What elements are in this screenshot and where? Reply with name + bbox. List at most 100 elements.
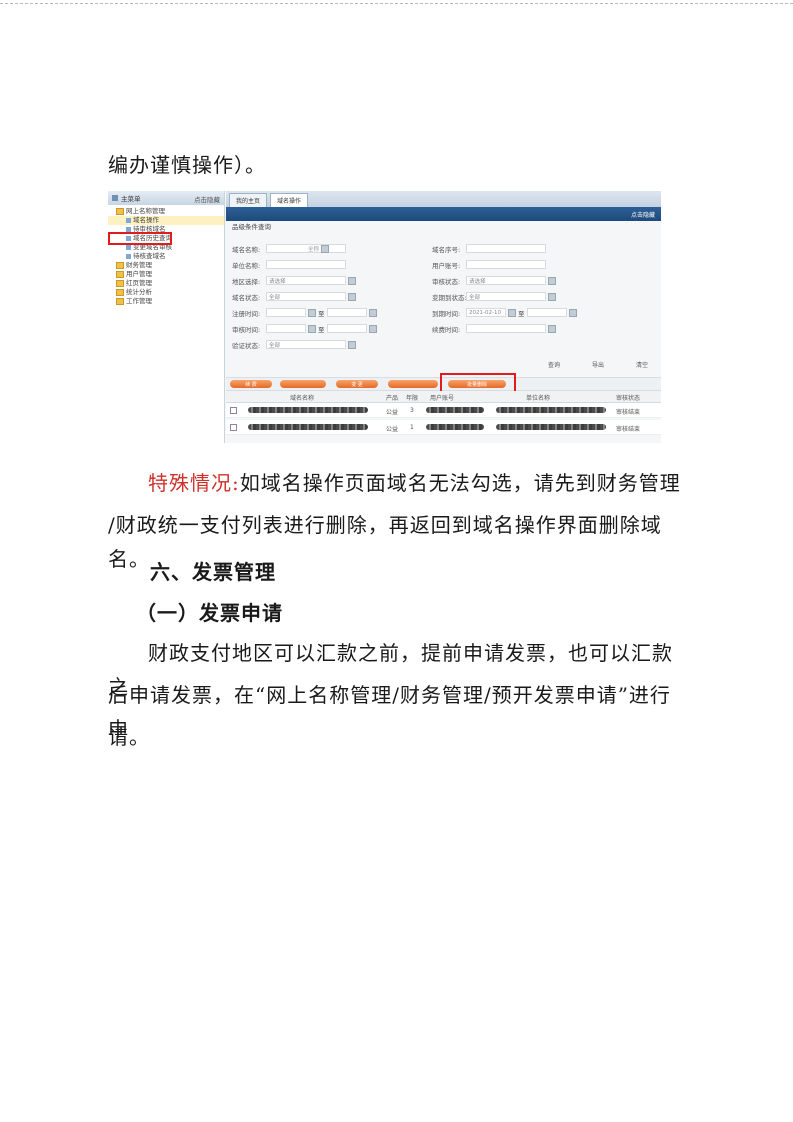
field-label: 审核状态: [432,277,461,286]
input-renew-time[interactable] [466,324,546,333]
sidebar-item-label: 统计分析 [126,288,152,296]
input-verify-status[interactable]: 全部 [266,340,346,349]
input-domain-name[interactable] [266,244,346,253]
table-row[interactable]: 公益 3 审核结束 [226,403,661,418]
tab-1[interactable]: 域名操作 [270,193,309,207]
query-bar: 查询 导出 清空 [226,353,661,375]
input-user-account[interactable] [466,260,546,269]
clear-button[interactable]: 清空 [636,360,648,369]
action-button-2[interactable] [280,380,326,388]
input-reg-time[interactable] [266,308,306,317]
range-separator: 至 [318,309,325,318]
redacted-account [426,407,484,413]
picker-icon[interactable] [548,276,556,285]
input-due-time[interactable]: 2021-02-10 [466,308,506,317]
picker-icon[interactable] [348,292,356,301]
picker-icon[interactable] [308,324,316,333]
redacted-domain [248,424,368,430]
redacted-domain [248,407,368,413]
field-domain-name: 域名名称: 全称 [232,243,346,254]
col-user-account: 用户账号 [430,395,455,402]
cell-status: 审核结束 [616,426,641,433]
input-domain-status[interactable]: 全部 [266,292,346,301]
field-expire-status: 变期到状态: 全部 [432,291,556,302]
sidebar-item[interactable]: 待核查域名 [108,252,224,261]
field-label: 续费时间: [432,325,461,334]
input-reg-time-end[interactable] [326,308,367,317]
input-review-time[interactable] [266,324,306,333]
field-hint: 全称 [308,246,320,253]
sidebar-item[interactable]: 用户管理 [108,270,224,279]
form-title: 品级条件查询 [232,223,271,231]
input-review-time-end[interactable] [326,324,367,333]
picker-icon[interactable] [568,308,577,317]
picker-icon[interactable] [348,340,356,349]
col-review-status: 审核状态 [616,395,641,402]
sidebar-item[interactable]: 工作管理 [108,297,224,306]
paragraph-intro: 编办谨慎操作）。 [108,153,266,177]
sidebar-hide-link[interactable]: 点击隐藏 [194,194,220,204]
row-checkbox[interactable] [230,407,237,414]
renew-button[interactable]: 续 费 [230,380,272,388]
col-years: 年限 [406,395,419,402]
sidebar-item[interactable]: 财务管理 [108,261,224,270]
field-label: 到期时间: [432,309,461,318]
field-org-name: 单位名称: [232,259,346,270]
sidebar-title: 主菜单 [121,195,141,203]
input-due-time-end[interactable] [526,308,567,317]
redacted-org [496,424,606,430]
picker-icon[interactable] [368,308,377,317]
menu-icon [112,195,118,201]
redacted-org [496,407,606,413]
field-label: 地区选择: [232,277,261,286]
action-button-4[interactable] [388,380,438,388]
input-review-status[interactable]: 请选择 [466,276,546,285]
col-product: 产品 [386,395,399,402]
hide-link[interactable]: 点击隐藏 [631,210,655,219]
picker-icon[interactable] [308,308,316,317]
sidebar: 主菜单 点击隐藏 网上名称管理 域名操作 待审核域名 域名历史查询 变更域名审核 待核查域… [108,191,225,443]
field-renew-time: 续费时间: [432,323,556,334]
redacted-account [426,424,484,430]
folder-icon [116,261,124,269]
table-row[interactable]: 公益 1 审核结束 [226,420,661,435]
field-domain-no: 域名序号: [432,243,546,254]
sidebar-item[interactable]: 网上名称管理 [108,207,224,216]
picker-icon[interactable] [348,276,356,285]
grid-header: 域名名称 产品 年限 用户账号 单位名称 审核状态 [226,391,661,403]
folder-icon [116,297,124,305]
tab-0[interactable]: 我的主页 [229,193,268,207]
field-label: 验证状态: [232,341,261,350]
page-icon [126,217,131,223]
sidebar-item-label: 用户管理 [126,270,152,278]
picker-icon[interactable] [508,308,516,317]
field-review-status: 审核状态: 请选择 [432,275,556,286]
field-verify-status: 验证状态: 全部 [232,339,356,350]
input-org-name[interactable] [266,260,346,269]
field-region: 地区选择: 请选择 [232,275,356,286]
picker-icon[interactable] [321,244,330,253]
menu-tree: 网上名称管理 域名操作 待审核域名 域名历史查询 变更域名审核 待核查域名 财务管理 用户管理… [108,207,224,306]
page-icon [126,226,131,232]
sidebar-item[interactable]: 统计分析 [108,288,224,297]
input-domain-no[interactable] [466,244,546,253]
picker-icon[interactable] [548,292,556,301]
sidebar-item-label: 工作管理 [126,297,152,305]
change-button[interactable]: 变 更 [336,380,378,388]
field-label: 单位名称: [232,261,261,270]
range-separator: 至 [518,309,525,318]
export-button[interactable]: 导出 [592,360,604,369]
cell-years: 3 [410,407,414,414]
sidebar-item[interactable]: 域名操作 [108,216,224,225]
field-review-time: 审核时间: 至 [232,323,377,334]
range-separator: 至 [318,325,325,334]
picker-icon[interactable] [368,324,377,333]
query-button[interactable]: 查询 [548,360,560,369]
cell-product: 公益 [386,426,399,433]
row-checkbox[interactable] [230,424,237,431]
input-expire-status[interactable]: 全部 [466,292,546,301]
picker-icon[interactable] [548,324,556,333]
input-region[interactable]: 请选择 [266,276,346,285]
sidebar-item[interactable]: 红页管理 [108,279,224,288]
sidebar-item-label: 网上名称管理 [126,207,165,215]
